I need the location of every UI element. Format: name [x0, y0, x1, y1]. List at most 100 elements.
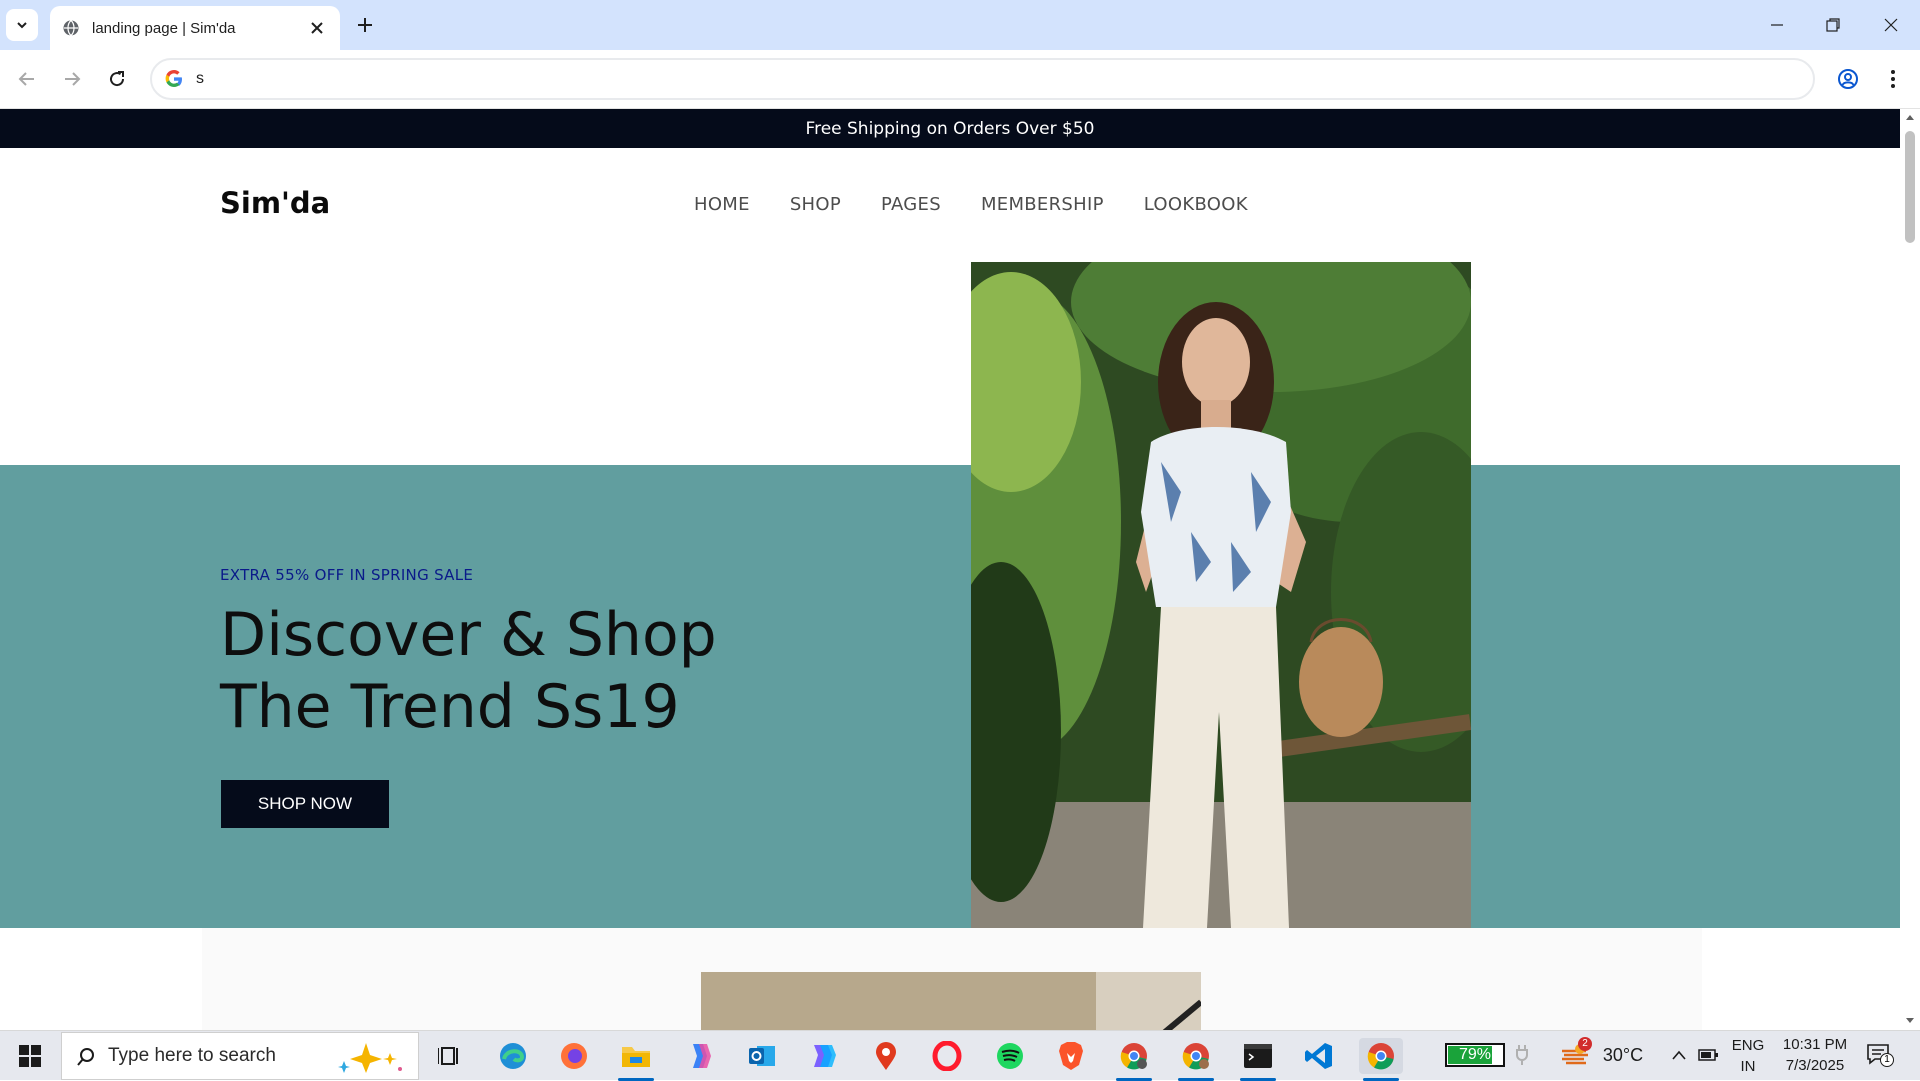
spotify-icon	[997, 1043, 1023, 1069]
shop-now-button[interactable]: SHOP NOW	[221, 780, 389, 828]
page-scrollbar[interactable]	[1900, 109, 1920, 1030]
address-bar[interactable]	[150, 58, 1815, 100]
featured-image	[701, 972, 1201, 1030]
nav-shop[interactable]: SHOP	[790, 194, 841, 215]
clock[interactable]: 10:31 PM 7/3/2025	[1775, 1036, 1855, 1074]
outlook-icon	[749, 1046, 775, 1066]
main-nav: HOME SHOP PAGES MEMBERSHIP LOOKBOOK	[694, 194, 1288, 215]
announcement-bar: Free Shipping on Orders Over $50	[0, 109, 1900, 148]
close-icon	[1884, 18, 1898, 32]
notification-count: 1	[1880, 1053, 1894, 1067]
weather-widget[interactable]: 2	[1560, 1037, 1594, 1071]
scroll-up-icon[interactable]	[1905, 113, 1915, 121]
copilot-icon	[693, 1044, 711, 1068]
address-input[interactable]	[196, 70, 1696, 88]
profile-icon	[1838, 69, 1858, 89]
clock-time: 10:31 PM	[1782, 1036, 1848, 1053]
language-line2: IN	[1740, 1058, 1756, 1075]
site-logo[interactable]: Sim'da	[220, 186, 330, 220]
clock-date: 7/3/2025	[1785, 1057, 1845, 1074]
battery-icon[interactable]	[1698, 1046, 1720, 1064]
taskbar-task-view[interactable]	[428, 1038, 472, 1074]
kebab-menu-icon	[1891, 70, 1895, 88]
announcement-text: Free Shipping on Orders Over $50	[805, 118, 1095, 139]
profile-button[interactable]	[1834, 65, 1862, 93]
map-pin-icon	[876, 1042, 896, 1070]
scroll-thumb[interactable]	[1905, 131, 1915, 243]
menu-button[interactable]	[1879, 65, 1907, 93]
m365-icon	[814, 1045, 836, 1067]
reload-icon	[110, 71, 125, 87]
taskbar-chrome-profile-1[interactable]	[1112, 1038, 1156, 1081]
firefox-icon	[561, 1043, 587, 1069]
scroll-down-icon[interactable]	[1905, 1017, 1915, 1025]
language-indicator[interactable]: ENG IN	[1728, 1037, 1768, 1075]
taskbar-firefox[interactable]	[552, 1038, 596, 1074]
battery-indicator[interactable]: 79%	[1445, 1043, 1505, 1067]
tab-search-button[interactable]	[6, 9, 38, 41]
taskbar-outlook[interactable]	[740, 1038, 784, 1074]
chrome-icon	[1120, 1043, 1147, 1070]
edge-icon	[500, 1043, 526, 1069]
hero-heading-line2: The Trend Ss19	[220, 672, 680, 742]
taskbar: Type here to search 79% 2 30°C ENG IN 10…	[0, 1030, 1920, 1081]
weather-badge: 2	[1578, 1037, 1592, 1051]
back-button[interactable]	[13, 65, 41, 93]
globe-icon	[63, 20, 79, 36]
taskbar-vscode[interactable]	[1297, 1038, 1341, 1074]
tab-strip: landing page | Sim'da	[0, 0, 1920, 50]
temperature[interactable]: 30°C	[1598, 1045, 1648, 1066]
vscode-icon	[1305, 1043, 1332, 1069]
restore-button[interactable]	[1818, 10, 1848, 40]
chrome-icon	[1182, 1043, 1209, 1070]
chevron-up-icon[interactable]	[1671, 1049, 1687, 1061]
taskbar-m365[interactable]	[801, 1038, 845, 1074]
search-icon	[77, 1048, 94, 1066]
taskbar-opera[interactable]	[925, 1038, 969, 1074]
windows-icon	[19, 1045, 41, 1067]
folder-icon	[622, 1047, 650, 1067]
page-viewport: Free Shipping on Orders Over $50 Sim'da …	[0, 109, 1900, 1030]
nav-membership[interactable]: MEMBERSHIP	[981, 194, 1104, 215]
taskbar-chrome[interactable]	[1359, 1038, 1403, 1081]
taskbar-chrome-profile-2[interactable]	[1174, 1038, 1218, 1081]
window-close-button[interactable]	[1876, 10, 1906, 40]
opera-icon	[932, 1041, 962, 1071]
hero-sale-label: EXTRA 55% OFF IN SPRING SALE	[220, 566, 474, 584]
taskbar-maps[interactable]	[864, 1038, 908, 1074]
start-button[interactable]	[10, 1041, 50, 1071]
chevron-down-icon	[17, 22, 27, 29]
terminal-icon	[1244, 1044, 1272, 1068]
tab-active[interactable]: landing page | Sim'da	[50, 6, 340, 50]
hero-heading-line1: Discover & Shop	[220, 600, 717, 670]
taskbar-brave[interactable]	[1049, 1038, 1093, 1074]
google-icon	[165, 70, 182, 87]
task-view-icon	[438, 1047, 458, 1065]
minimize-button[interactable]	[1762, 10, 1792, 40]
minimize-icon	[1771, 24, 1783, 26]
taskbar-search-placeholder: Type here to search	[108, 1045, 276, 1066]
tab-title: landing page | Sim'da	[92, 19, 236, 37]
browser-toolbar	[0, 50, 1920, 109]
brave-icon	[1059, 1042, 1083, 1070]
language-line1: ENG	[1731, 1037, 1765, 1054]
forward-button[interactable]	[58, 65, 86, 93]
sparkle-icon[interactable]	[330, 1041, 410, 1073]
reload-button[interactable]	[103, 65, 131, 93]
taskbar-search[interactable]: Type here to search	[61, 1032, 419, 1080]
taskbar-edge[interactable]	[491, 1038, 535, 1074]
notification-center[interactable]: 1	[1866, 1043, 1896, 1069]
taskbar-copilot[interactable]	[678, 1038, 722, 1074]
chrome-icon	[1367, 1043, 1394, 1070]
close-icon[interactable]	[308, 19, 326, 37]
taskbar-spotify[interactable]	[988, 1038, 1032, 1074]
nav-lookbook[interactable]: LOOKBOOK	[1144, 194, 1248, 215]
plus-icon	[358, 18, 372, 32]
hero-model-image	[971, 262, 1471, 928]
new-tab-button[interactable]	[352, 12, 378, 38]
nav-pages[interactable]: PAGES	[881, 194, 941, 215]
battery-percent: 79%	[1458, 1046, 1492, 1063]
taskbar-file-explorer[interactable]	[614, 1038, 658, 1081]
taskbar-terminal[interactable]	[1236, 1038, 1280, 1081]
nav-home[interactable]: HOME	[694, 194, 750, 215]
